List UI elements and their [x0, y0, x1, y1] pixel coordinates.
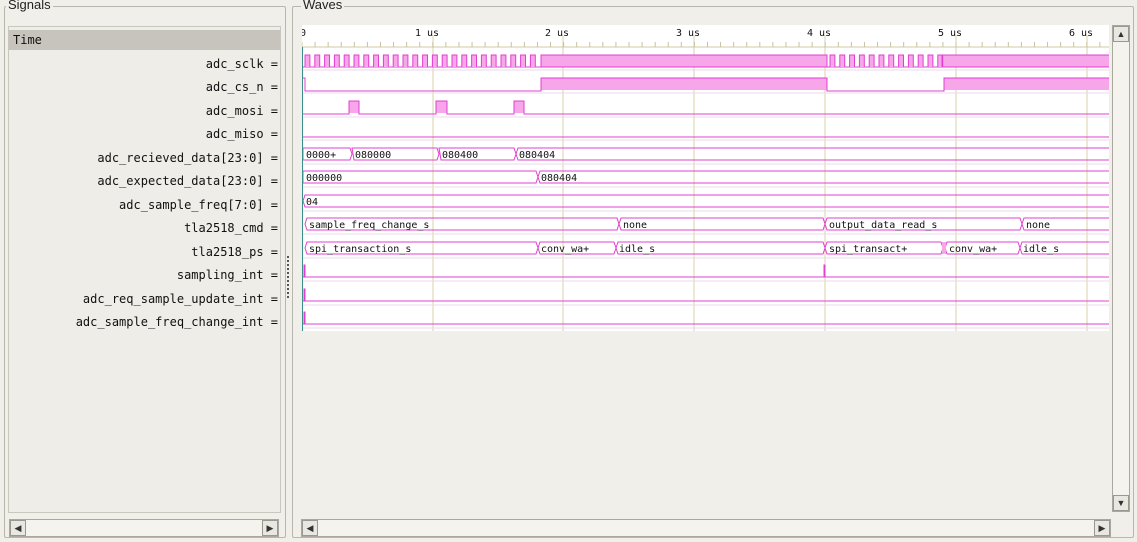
sclk-pulse: [829, 54, 836, 67]
sclk-pulse: [333, 54, 340, 67]
sclk-pulse: [461, 54, 468, 67]
sclk-pulse: [392, 54, 399, 67]
signal-sampling-int[interactable]: sampling_int =: [9, 265, 280, 285]
sclk-pulse: [304, 54, 311, 67]
bus-label-recieved-1: 080000: [355, 150, 391, 161]
signal-adc-expected-data[interactable]: adc_expected_data[23:0] =: [9, 171, 280, 191]
sclk-pulse: [480, 54, 487, 67]
signal-list[interactable]: Time adc_sclk = adc_cs_n = adc_mosi = ad…: [8, 26, 281, 513]
wave-adc-req-sample-update-int: [302, 288, 1109, 302]
wave-adc-recieved-data: [302, 147, 1109, 161]
signal-adc-sample-freq[interactable]: adc_sample_freq[7:0] =: [9, 195, 280, 215]
sclk-pulse: [490, 54, 497, 67]
bus-label-ps-0: spi_transaction_s: [309, 244, 411, 255]
sclk-pulse: [858, 54, 865, 67]
tick-label-6us: 6 us: [1069, 28, 1093, 39]
time-header: Time: [9, 30, 280, 50]
bus-label-cmd-0: sample_freq_change_s: [309, 220, 429, 231]
wave-display[interactable]: 0 1 us 2 us 3 us 4 us 5 us 6 us 0000+ 08…: [302, 25, 1109, 331]
signal-tla2518-cmd[interactable]: tla2518_cmd =: [9, 218, 280, 238]
arrow-right-icon[interactable]: ▶: [1094, 520, 1110, 536]
waves-panel-title: Waves: [301, 0, 345, 13]
sclk-pulse: [373, 54, 379, 67]
bus-label-expected-1: 080404: [541, 173, 577, 184]
arrow-left-icon[interactable]: ◀: [302, 520, 318, 536]
sclk-pulse: [324, 54, 330, 67]
sclk-pulse: [898, 54, 904, 67]
sclk-pulse: [382, 54, 389, 67]
signals-hscrollbar[interactable]: ◀ ▶: [9, 519, 279, 537]
sclk-pulse: [363, 54, 370, 67]
bus-label-ps-1: conv_wa+: [541, 244, 589, 255]
tick-label-3us: 3 us: [676, 28, 700, 39]
sclk-pulse: [412, 54, 419, 67]
bus-label-cmd-2: output_data_read_s: [829, 220, 937, 231]
sclk-pulse: [353, 54, 360, 67]
bus-label-ps-2: idle_s: [619, 244, 655, 255]
signal-adc-recieved-data[interactable]: adc_recieved_data[23:0] =: [9, 148, 280, 168]
sclk-pulse: [451, 54, 458, 67]
sclk-pulse: [888, 54, 895, 67]
sclk-pulse: [520, 54, 526, 67]
tick-label-4us: 4 us: [807, 28, 831, 39]
wave-adc-cs-n: [302, 77, 1109, 92]
waveform-canvas[interactable]: 0 1 us 2 us 3 us 4 us 5 us 6 us 0000+ 08…: [302, 25, 1109, 331]
signal-adc-sample-freq-change-int[interactable]: adc_sample_freq_change_int =: [9, 312, 280, 332]
sclk-pulse: [510, 54, 517, 67]
wave-adc-sample-freq-change-int: [302, 311, 1109, 325]
bus-label-cmd-1: none: [623, 220, 647, 231]
sclk-pulse: [402, 54, 409, 67]
signal-adc-req-sample-update-int[interactable]: adc_req_sample_update_int =: [9, 289, 280, 309]
bus-label-recieved-0: 0000+: [306, 150, 336, 161]
waves-hscrollbar[interactable]: ◀ ▶: [301, 519, 1111, 537]
bus-label-sample-freq-0: 04: [306, 197, 318, 208]
sclk-pulse: [839, 54, 846, 67]
signals-panel-title: Signals: [6, 0, 53, 13]
bus-label-ps-4: conv_wa+: [949, 244, 997, 255]
sclk-pulse: [500, 54, 507, 67]
sclk-pulse: [907, 54, 914, 67]
tick-label-start: 0: [302, 28, 306, 39]
sclk-pulse: [314, 54, 321, 67]
tick-label-5us: 5 us: [938, 28, 962, 39]
bus-label-recieved-3: 080404: [519, 150, 555, 161]
signal-adc-mosi[interactable]: adc_mosi =: [9, 101, 280, 121]
signal-tla2518-ps[interactable]: tla2518_ps =: [9, 242, 280, 262]
sclk-pulse: [422, 54, 428, 67]
wave-adc-sample-freq: [302, 194, 1109, 208]
sclk-pulse: [878, 54, 885, 67]
wave-adc-expected-data: [302, 170, 1109, 184]
arrow-right-icon[interactable]: ▶: [262, 520, 278, 536]
bus-label-cmd-3: none: [1026, 220, 1050, 231]
sclk-pulse: [431, 54, 438, 67]
sclk-pulse: [471, 54, 477, 67]
arrow-left-icon[interactable]: ◀: [10, 520, 26, 536]
sclk-pulse: [917, 54, 924, 67]
bus-label-ps-5: idle_s: [1023, 244, 1059, 255]
sclk-pulse: [927, 54, 934, 67]
bus-label-recieved-2: 080400: [442, 150, 478, 161]
wave-adc-sclk: [302, 54, 1109, 68]
waves-vscrollbar[interactable]: ▲ ▼: [1112, 25, 1130, 512]
sclk-pulse: [343, 54, 350, 67]
time-ruler: 0 1 us 2 us 3 us 4 us 5 us 6 us: [302, 28, 1109, 48]
signal-adc-cs-n[interactable]: adc_cs_n =: [9, 77, 280, 97]
arrow-down-icon[interactable]: ▼: [1113, 495, 1129, 511]
sclk-pulse: [441, 54, 448, 67]
arrow-up-icon[interactable]: ▲: [1113, 26, 1129, 42]
bus-label-expected-0: 000000: [306, 173, 342, 184]
tick-label-2us: 2 us: [545, 28, 569, 39]
row-separators: [302, 69, 1109, 329]
sclk-pulse: [849, 54, 855, 67]
wave-sampling-int: [302, 264, 1109, 278]
wave-adc-mosi: [302, 100, 1109, 115]
signal-adc-miso[interactable]: adc_miso =: [9, 124, 280, 144]
tick-label-1us: 1 us: [415, 28, 439, 39]
sclk-pulse: [868, 54, 875, 67]
signal-adc-sclk[interactable]: adc_sclk =: [9, 54, 280, 74]
sclk-pulse: [529, 54, 536, 67]
bus-label-ps-3: spi_transact+: [829, 244, 907, 255]
